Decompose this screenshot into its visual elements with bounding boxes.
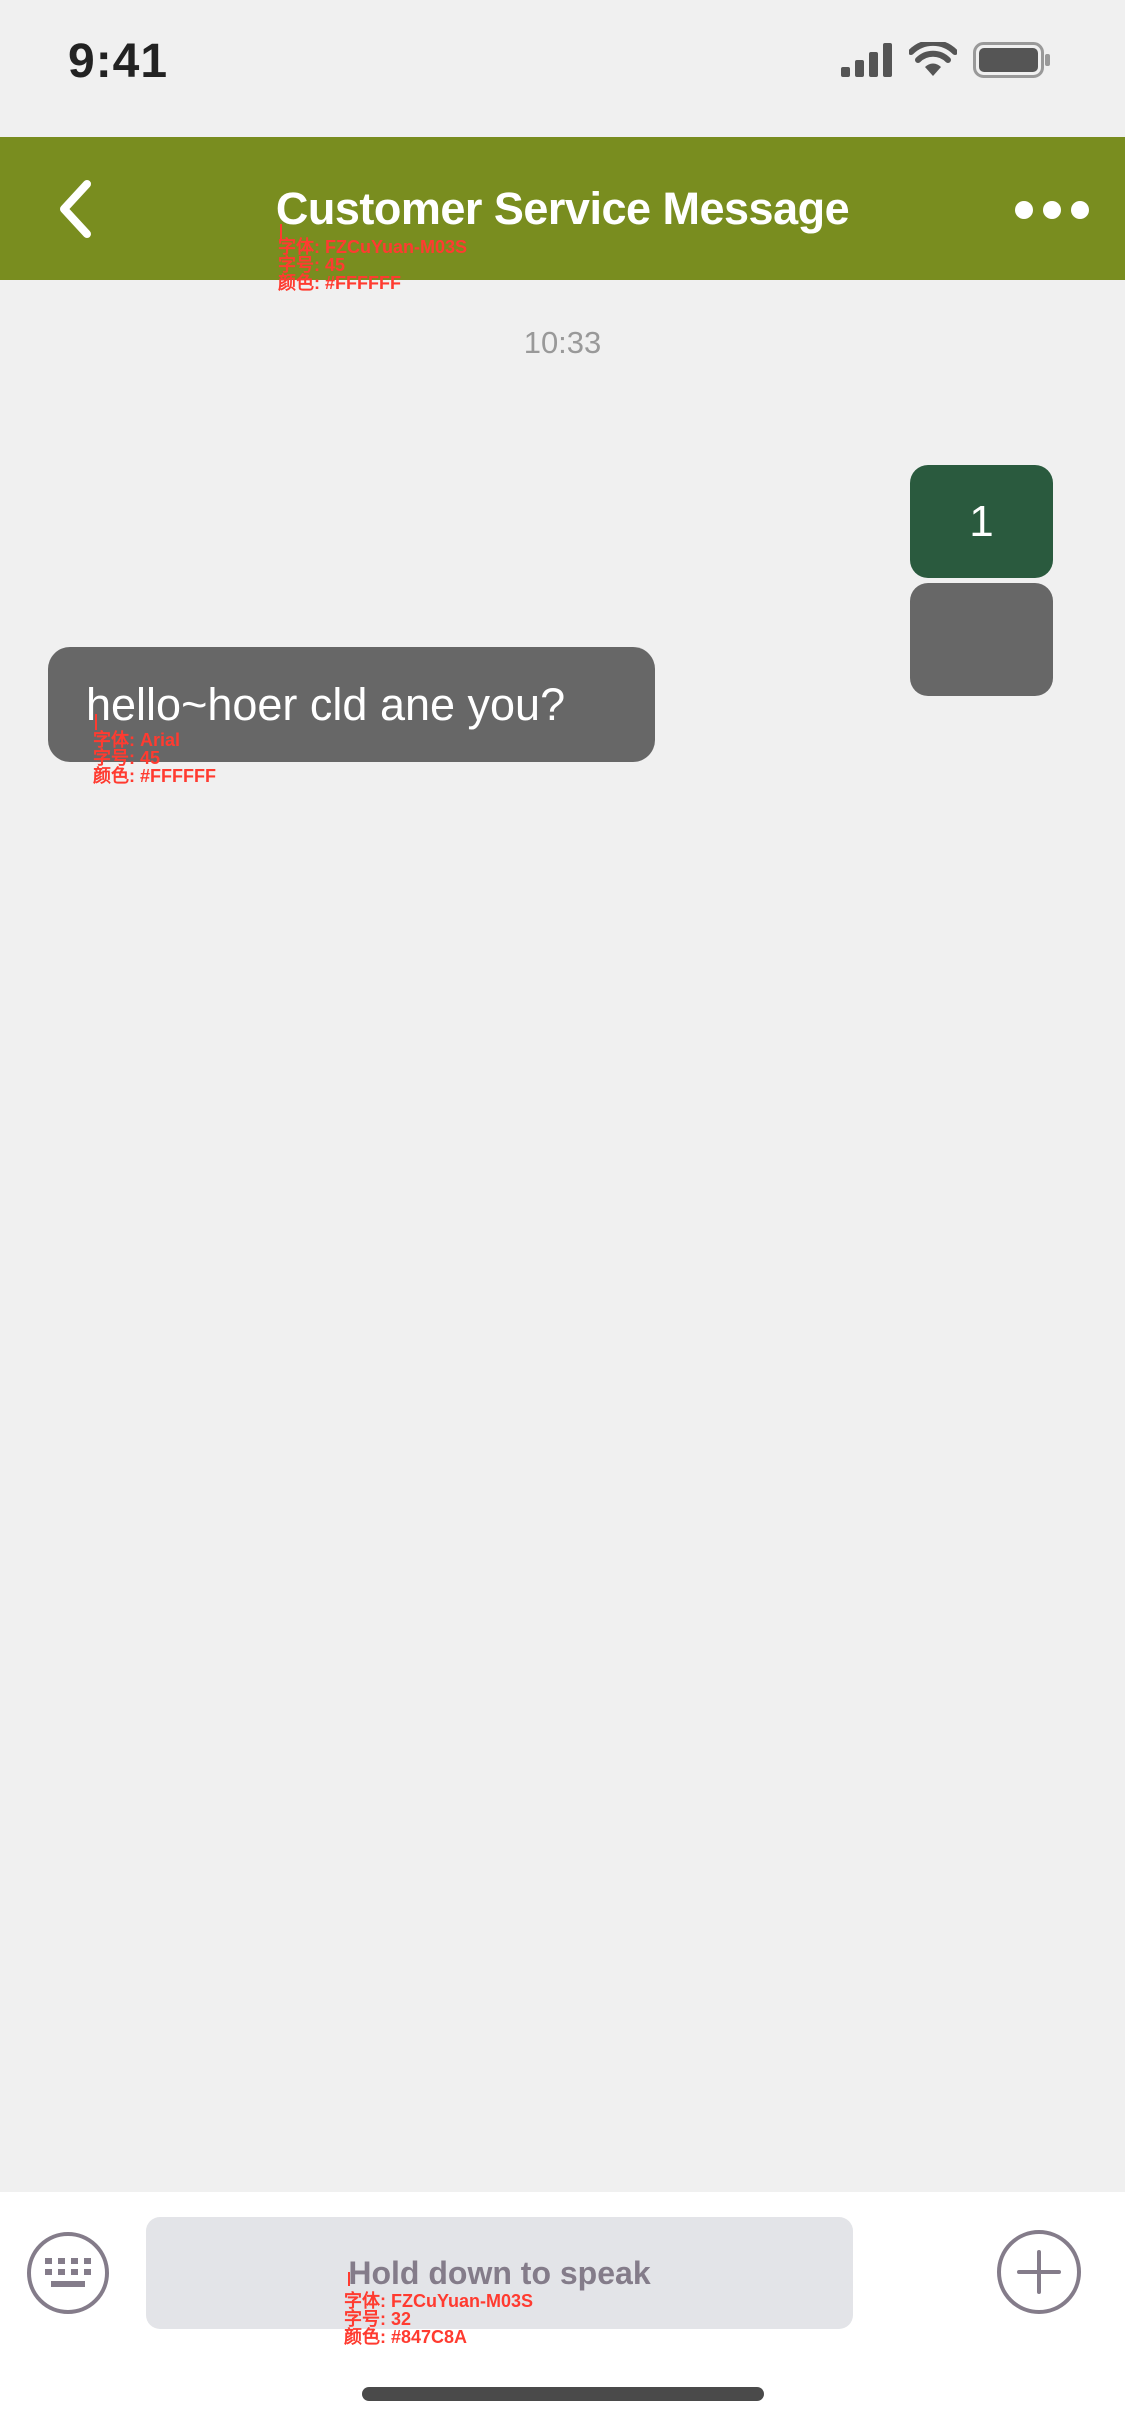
keyboard-button[interactable] (27, 2232, 109, 2314)
input-bar: Hold down to speak (0, 2192, 1125, 2436)
plus-circle-icon (1017, 2250, 1061, 2294)
title-annotation: 字体: FZCuYuan-M03S 字号: 45 颜色: #FFFFFF (278, 237, 468, 293)
outgoing-message-bubble[interactable]: 1 (910, 465, 1053, 578)
more-button[interactable] (1007, 165, 1097, 255)
status-icons (841, 42, 1051, 78)
battery-icon (973, 42, 1050, 78)
plus-button[interactable] (997, 2230, 1081, 2314)
more-dots-icon (1015, 201, 1089, 219)
status-time: 9:41 (68, 35, 169, 88)
keyboard-icon (45, 2258, 91, 2287)
wifi-icon (909, 42, 957, 76)
page-title: Customer Service Message (275, 183, 850, 234)
message-timestamp: 10:33 (523, 325, 602, 360)
annotation-marker (95, 714, 97, 730)
annotation-marker (348, 2272, 350, 2286)
outgoing-message-bubble-empty[interactable] (910, 583, 1053, 696)
home-indicator (362, 2387, 764, 2401)
nav-bar: Customer Service Message (0, 137, 1125, 280)
status-bar: 9:41 (0, 0, 1125, 137)
message-annotation: 字体: Arial 字号: 45 颜色: #FFFFFF (93, 730, 216, 786)
signal-icon (841, 43, 892, 77)
speak-annotation: 字体: FZCuYuan-M03S 字号: 32 颜色: #847C8A (344, 2291, 534, 2347)
